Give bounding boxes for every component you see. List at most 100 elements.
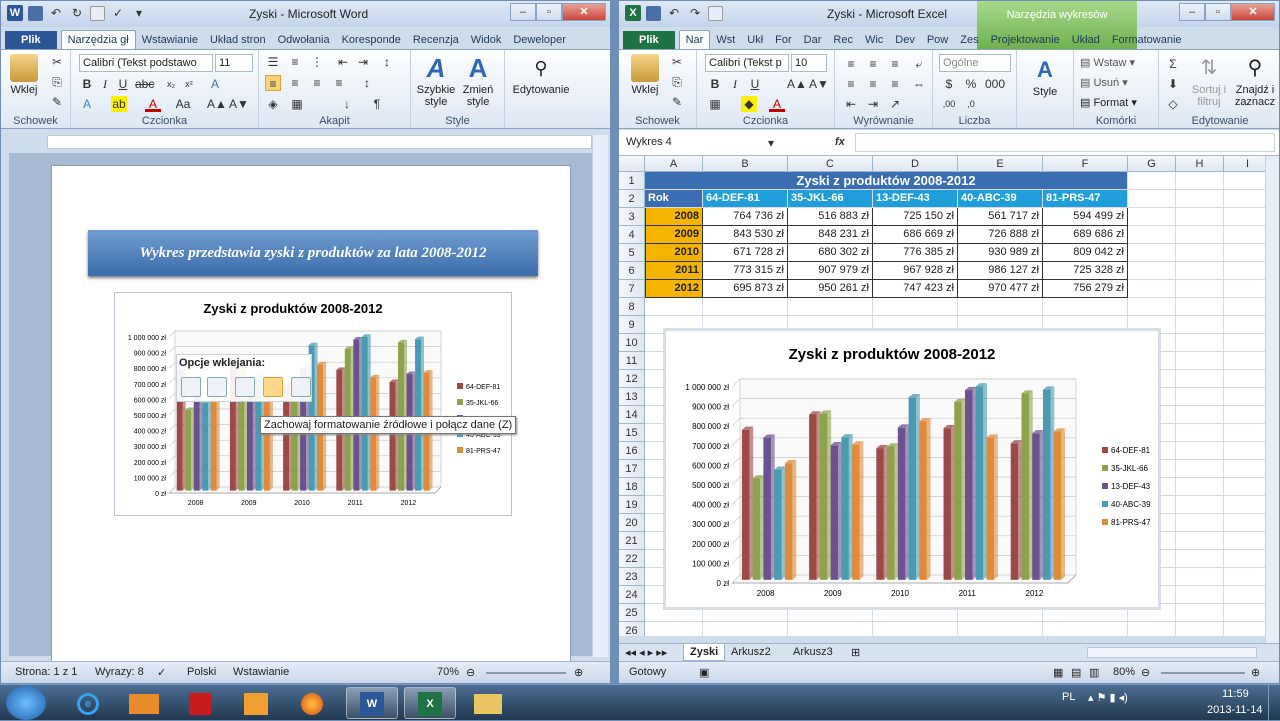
- grid-cell[interactable]: [645, 622, 703, 636]
- excel-font-name-combo[interactable]: Calibri (Tekst p: [705, 54, 789, 72]
- grid-cell[interactable]: [1176, 460, 1224, 478]
- zoom-slider[interactable]: [486, 672, 566, 674]
- excel-copy-icon[interactable]: ⎘: [669, 74, 685, 90]
- clock-date[interactable]: 2013-11-14: [1207, 704, 1262, 716]
- borders-icon[interactable]: ▦: [289, 96, 305, 112]
- value-cell[interactable]: 907 979 zł: [788, 262, 873, 280]
- horizontal-ruler[interactable]: [47, 135, 592, 149]
- value-cell[interactable]: 970 477 zł: [958, 280, 1043, 298]
- fx-icon[interactable]: fx: [835, 136, 845, 148]
- column-header[interactable]: A: [645, 156, 703, 172]
- grid-cell[interactable]: [1224, 478, 1265, 496]
- zoom-in-icon[interactable]: ⊕: [574, 666, 583, 679]
- grid-cell[interactable]: [1224, 568, 1265, 586]
- quick-styles-button[interactable]: A Szybkie style: [415, 54, 457, 108]
- paste-button[interactable]: Wklej: [7, 54, 41, 96]
- formula-input[interactable]: [855, 133, 1275, 152]
- excel-fill-color-icon[interactable]: ◆: [741, 96, 757, 112]
- align-center-icon[interactable]: ≡: [287, 75, 303, 91]
- excel-minimize-button[interactable]: –: [1179, 3, 1205, 21]
- grow-font-icon[interactable]: A▲: [207, 96, 227, 112]
- insert-sheet-icon[interactable]: ⊞: [851, 646, 860, 659]
- excel-format-painter-icon[interactable]: ✎: [669, 94, 685, 110]
- taskbar-gmx-icon[interactable]: [118, 687, 170, 719]
- paste-use-dest-icon[interactable]: [207, 377, 227, 397]
- excel-tab-review[interactable]: Rec: [827, 31, 859, 49]
- row-header[interactable]: 21: [619, 532, 645, 550]
- tab-page-layout[interactable]: Układ stron: [204, 31, 272, 49]
- value-cell[interactable]: 756 279 zł: [1043, 280, 1128, 298]
- paste-keep-source-link-icon[interactable]: [263, 377, 283, 397]
- row-header[interactable]: 11: [619, 352, 645, 370]
- grid-cell[interactable]: [1176, 586, 1224, 604]
- column-header[interactable]: B: [703, 156, 788, 172]
- decrease-indent-icon[interactable]: ⇤: [335, 54, 351, 70]
- value-cell[interactable]: 848 231 zł: [788, 226, 873, 244]
- word-count[interactable]: Wyrazy: 8: [95, 666, 144, 678]
- input-language[interactable]: PL: [1062, 691, 1075, 703]
- align-left-icon[interactable]: ≡: [265, 75, 281, 91]
- table-header-cell[interactable]: 81-PRS-47: [1043, 190, 1128, 208]
- bold-icon[interactable]: B: [79, 76, 95, 92]
- grid-cell[interactable]: [645, 298, 703, 316]
- table-header-cell[interactable]: 35-JKL-66: [788, 190, 873, 208]
- grid-cell[interactable]: [1176, 172, 1224, 190]
- shading-icon[interactable]: ◈: [265, 96, 281, 112]
- spellcheck-icon[interactable]: ✓: [157, 666, 166, 679]
- currency-icon[interactable]: $: [941, 76, 957, 92]
- excel-tab-insert[interactable]: Wst: [710, 31, 741, 49]
- font-case-icon[interactable]: Aa: [175, 96, 191, 112]
- excel-bold-icon[interactable]: B: [707, 76, 723, 92]
- grid-cell[interactable]: [1176, 262, 1224, 280]
- column-header[interactable]: G: [1128, 156, 1176, 172]
- fill-icon[interactable]: ⬇: [1165, 76, 1181, 92]
- grid-cell[interactable]: [1224, 316, 1265, 334]
- grid-cell[interactable]: [958, 622, 1043, 636]
- grid-cell[interactable]: [1224, 406, 1265, 424]
- normal-view-icon[interactable]: ▦: [1053, 666, 1063, 679]
- grid-cell[interactable]: [788, 622, 873, 636]
- grid-cell[interactable]: [1128, 622, 1176, 636]
- grid-cell[interactable]: [1128, 298, 1176, 316]
- excel-close-button[interactable]: ✕: [1231, 3, 1275, 21]
- underline-icon[interactable]: U: [115, 76, 131, 92]
- autosum-icon[interactable]: Σ: [1165, 56, 1181, 72]
- grid-cell[interactable]: [1176, 334, 1224, 352]
- grid-cell[interactable]: [1176, 568, 1224, 586]
- grid-cell[interactable]: [1224, 460, 1265, 478]
- sort-icon[interactable]: ↕: [379, 54, 395, 70]
- page-count[interactable]: Strona: 1 z 1: [15, 666, 77, 678]
- row-header[interactable]: 3: [619, 208, 645, 226]
- number-format-combo[interactable]: Ogólne: [939, 54, 1011, 72]
- highlight-icon[interactable]: ab: [111, 96, 127, 112]
- excel-tab-layout[interactable]: Ukł: [741, 31, 769, 49]
- column-header[interactable]: F: [1043, 156, 1128, 172]
- select-all-corner[interactable]: [619, 156, 645, 172]
- grid-cell[interactable]: [1176, 298, 1224, 316]
- excel-font-color-icon[interactable]: A: [769, 96, 785, 112]
- row-header[interactable]: 6: [619, 262, 645, 280]
- excel-align-right-icon[interactable]: ≡: [887, 76, 903, 92]
- column-header[interactable]: E: [958, 156, 1043, 172]
- row-header[interactable]: 20: [619, 514, 645, 532]
- year-cell[interactable]: 2011: [645, 262, 703, 280]
- tab-home[interactable]: Narzędzia gł: [60, 30, 136, 49]
- grid-cell[interactable]: [1176, 532, 1224, 550]
- row-header[interactable]: 5: [619, 244, 645, 262]
- percent-icon[interactable]: %: [963, 76, 979, 92]
- excel-tab-file[interactable]: Plik: [623, 31, 675, 49]
- align-bottom-icon[interactable]: ≡: [887, 56, 903, 72]
- align-middle-icon[interactable]: ≡: [865, 56, 881, 72]
- grid-cell[interactable]: [1128, 172, 1176, 190]
- excel-font-size-combo[interactable]: 10: [791, 54, 827, 72]
- bullets-icon[interactable]: ☰: [265, 54, 281, 70]
- excel-increase-indent-icon[interactable]: ⇥: [865, 96, 881, 112]
- grid-cell[interactable]: [1128, 208, 1176, 226]
- horizontal-scrollbar[interactable]: [1087, 647, 1257, 658]
- excel-zoom-in-icon[interactable]: ⊕: [1251, 666, 1260, 679]
- clear-icon[interactable]: ◇: [1165, 96, 1181, 112]
- grid-cell[interactable]: [1224, 514, 1265, 532]
- close-button[interactable]: ✕: [562, 3, 606, 21]
- grid-cell[interactable]: [1224, 586, 1265, 604]
- taskbar-pdf-icon[interactable]: [174, 687, 226, 719]
